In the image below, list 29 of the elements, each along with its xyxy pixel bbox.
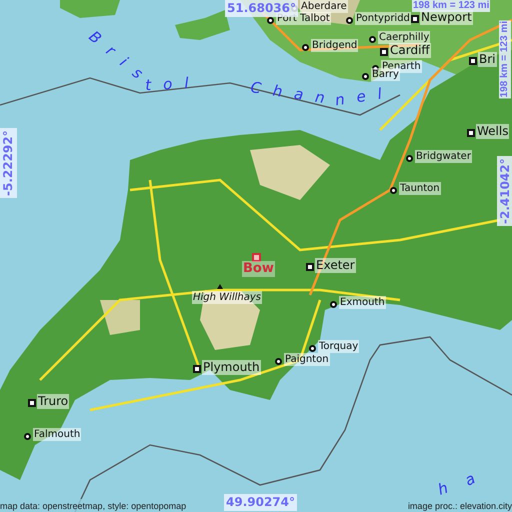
- place-label: Cardiff: [389, 43, 431, 58]
- place-label: Plymouth: [202, 360, 261, 375]
- longitude-label: -5.22292°: [0, 128, 17, 198]
- place-label: Barry: [371, 68, 400, 81]
- place-label: Falmouth: [33, 428, 82, 441]
- place-label: High Willhays: [192, 291, 262, 304]
- place-label: Wells: [476, 124, 510, 139]
- attribution-text: map data: openstreetmap, style: opentopomap: [0, 499, 186, 512]
- longitude-label: -2.41042°: [497, 156, 512, 226]
- place-label: Exeter: [315, 258, 356, 273]
- place-label: Paignton: [284, 353, 330, 366]
- latitude-label: 51.68036°: [225, 0, 298, 17]
- place-label: Aberdare: [300, 0, 348, 13]
- place-label: Taunton: [399, 182, 441, 195]
- scale-label: 198 km = 123 mi: [499, 20, 511, 98]
- place-label: Bridgwater: [415, 150, 472, 163]
- place-label: Bri: [478, 52, 496, 67]
- place-label: Bow: [242, 261, 275, 277]
- place-label: Bridgend: [311, 39, 358, 52]
- location-marker-icon: [252, 253, 261, 262]
- scale-label: 198 km = 123 mi: [412, 0, 490, 12]
- water-label: ha: [436, 460, 496, 499]
- place-label: Caerphilly: [378, 31, 430, 44]
- place-label: Exmouth: [339, 296, 386, 309]
- place-label: Truro: [37, 394, 70, 409]
- place-label: Torquay: [318, 340, 360, 353]
- peak-icon: [217, 284, 223, 289]
- place-label: Pontypridd: [355, 12, 411, 25]
- latitude-label: 49.90274°: [224, 494, 298, 511]
